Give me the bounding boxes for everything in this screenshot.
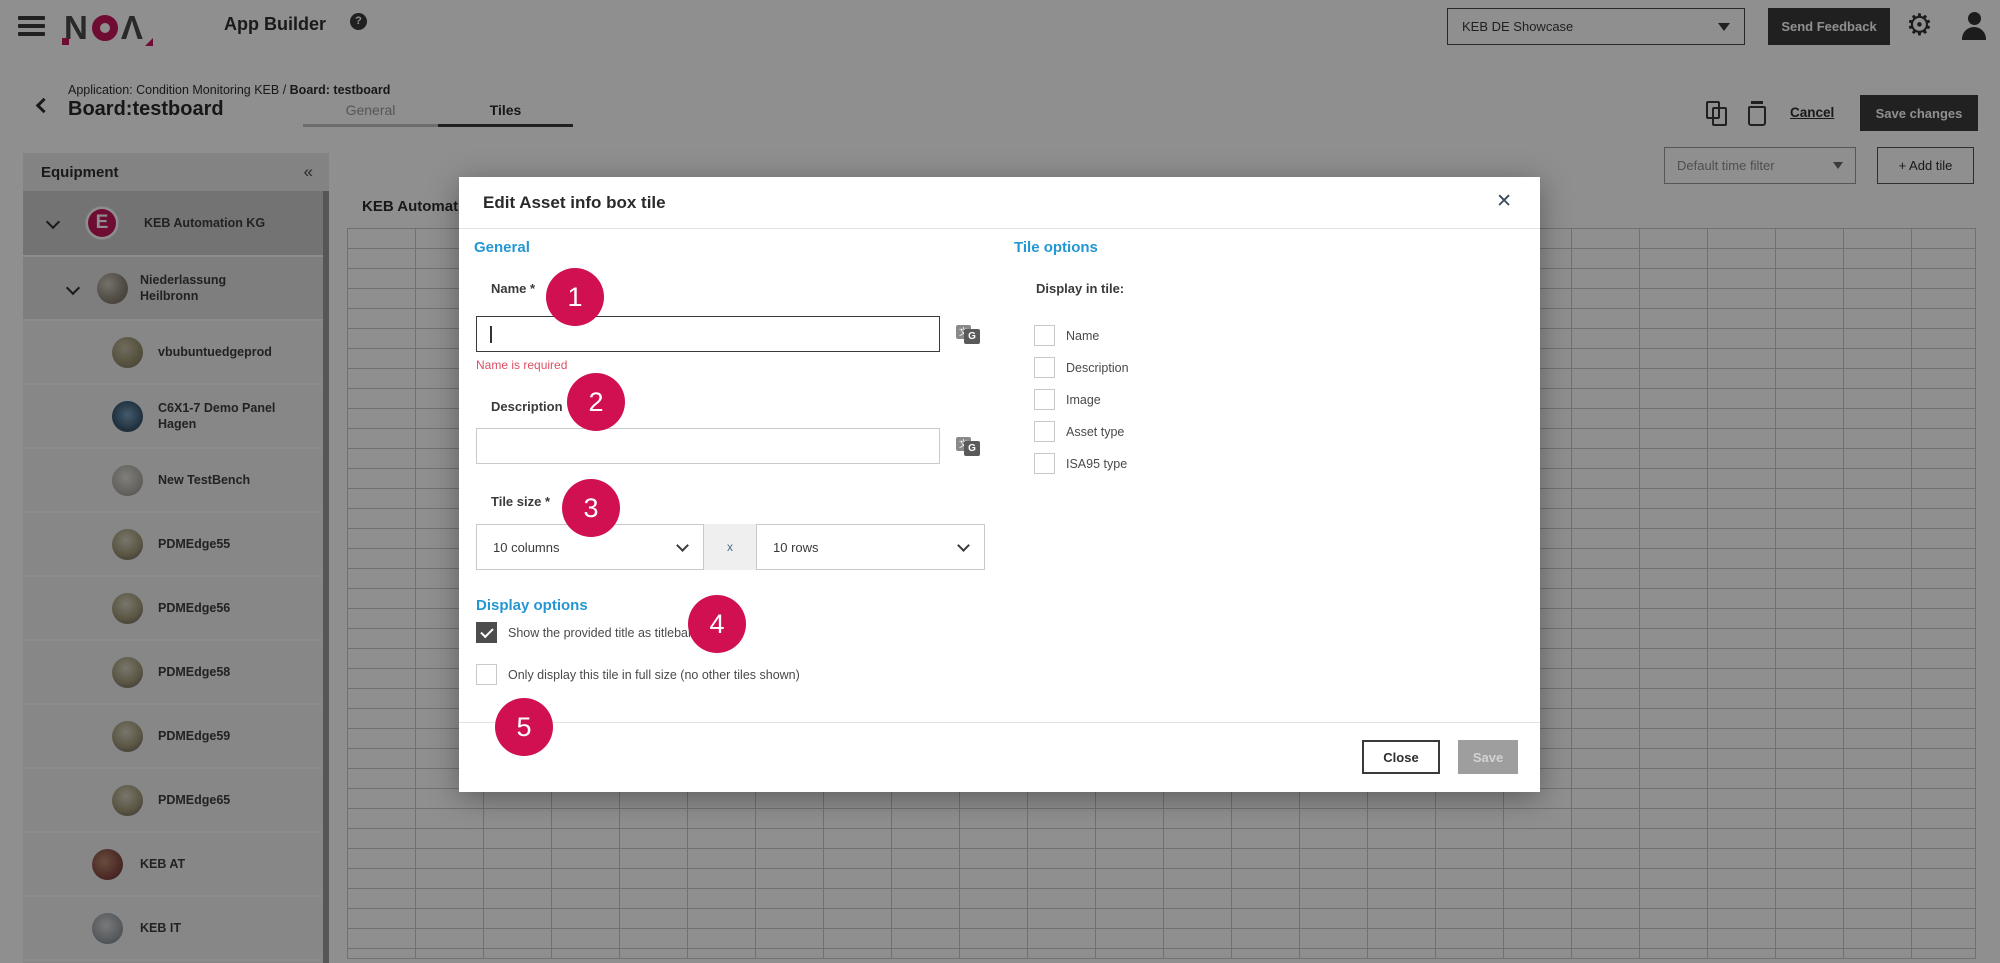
name-input[interactable] <box>476 316 940 352</box>
option-asset-type-checkbox[interactable] <box>1034 421 1055 442</box>
option-description-checkbox[interactable] <box>1034 357 1055 378</box>
modal-title: Edit Asset info box tile <box>483 193 666 213</box>
annotation-badge-5: 5 <box>495 698 553 756</box>
option-isa95-type-checkbox[interactable] <box>1034 453 1055 474</box>
divider <box>459 228 1540 229</box>
chevron-down-icon <box>957 539 970 552</box>
option-image-checkbox[interactable] <box>1034 389 1055 410</box>
edit-tile-modal: Edit Asset info box tile ✕ General Tile … <box>459 177 1540 792</box>
option-name-checkbox[interactable] <box>1034 325 1055 346</box>
option-image-label: Image <box>1066 393 1101 407</box>
size-separator: x <box>704 524 756 570</box>
show-title-label: Show the provided title as titlebar <box>508 626 692 640</box>
rows-select-value: 10 rows <box>773 540 959 555</box>
modal-close-button[interactable]: Close <box>1362 740 1440 774</box>
annotation-badge-1: 1 <box>546 268 604 326</box>
tile-size-label: Tile size * <box>491 494 550 509</box>
full-size-checkbox[interactable] <box>476 664 497 685</box>
annotation-badge-4: 4 <box>688 595 746 653</box>
section-heading-display-options: Display options <box>476 597 588 614</box>
name-error-text: Name is required <box>476 358 567 372</box>
section-heading-general: General <box>474 239 530 256</box>
annotation-badge-3: 3 <box>562 479 620 537</box>
option-asset-type-label: Asset type <box>1066 425 1124 439</box>
chevron-down-icon <box>676 539 689 552</box>
full-size-label: Only display this tile in full size (no … <box>508 668 800 682</box>
translate-icon[interactable]: 文G <box>956 437 980 457</box>
option-name-label: Name <box>1066 329 1099 343</box>
rows-select[interactable]: 10 rows <box>756 524 985 570</box>
display-in-tile-label: Display in tile: <box>1036 281 1124 296</box>
translate-icon[interactable]: 文G <box>956 325 980 345</box>
description-label: Description <box>491 399 563 414</box>
annotation-badge-2: 2 <box>567 373 625 431</box>
modal-save-button[interactable]: Save <box>1458 740 1518 774</box>
option-description-label: Description <box>1066 361 1129 375</box>
divider <box>459 722 1540 723</box>
option-isa95-type-label: ISA95 type <box>1066 457 1127 471</box>
text-caret <box>490 326 492 343</box>
show-title-checkbox[interactable] <box>476 622 497 643</box>
name-label: Name * <box>491 281 535 296</box>
columns-select-value: 10 columns <box>493 540 678 555</box>
close-icon[interactable]: ✕ <box>1496 190 1512 213</box>
section-heading-tile-options: Tile options <box>1014 239 1098 256</box>
description-input[interactable] <box>476 428 940 464</box>
